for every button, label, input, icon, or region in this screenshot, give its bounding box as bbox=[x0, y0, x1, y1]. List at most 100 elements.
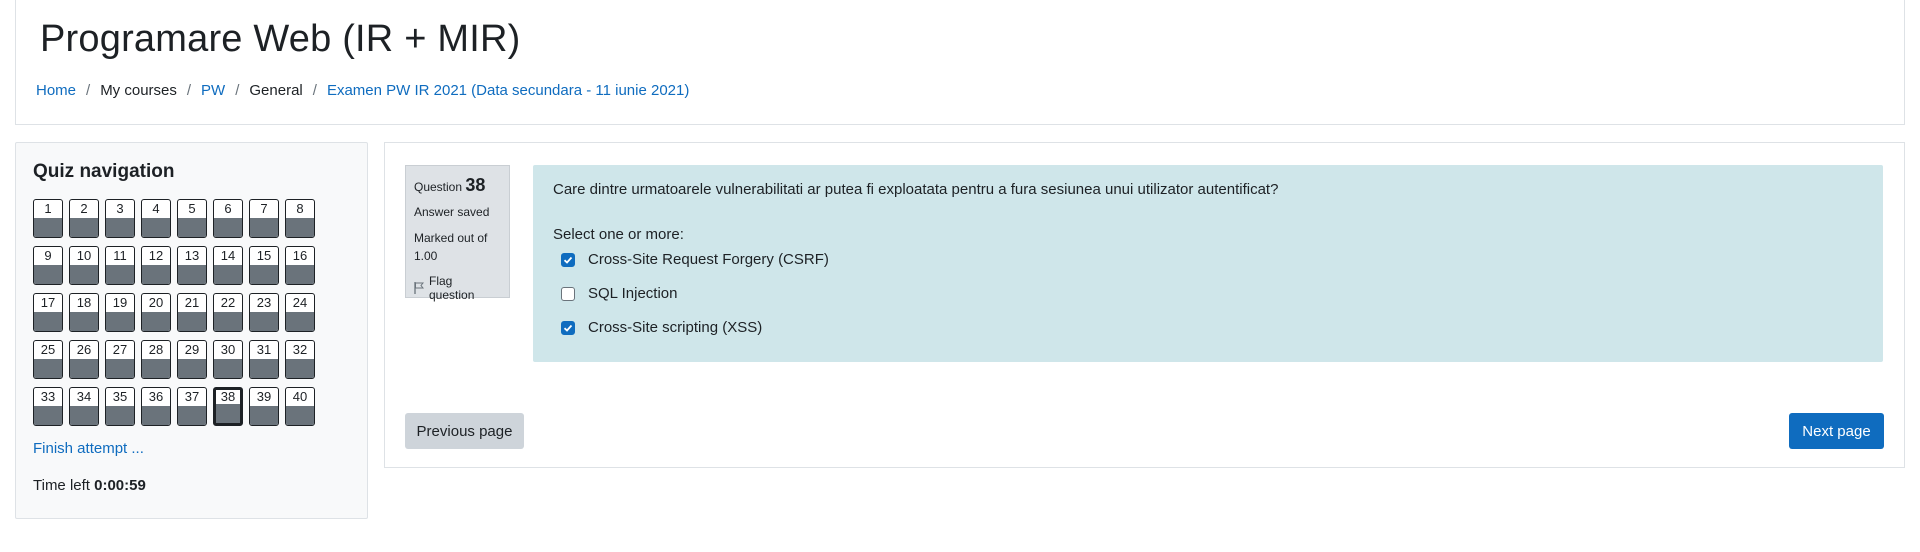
answer-option-sql-injection[interactable]: SQL Injection bbox=[561, 285, 678, 302]
question-nav-button[interactable]: 21 bbox=[177, 293, 207, 332]
time-left: Time left 0:00:59 bbox=[33, 477, 146, 494]
answered-indicator bbox=[34, 406, 62, 425]
question-nav-button[interactable]: 34 bbox=[69, 387, 99, 426]
question-nav-button[interactable]: 3 bbox=[105, 199, 135, 238]
question-nav-button[interactable]: 17 bbox=[33, 293, 63, 332]
question-nav-button[interactable]: 6 bbox=[213, 199, 243, 238]
question-nav-number: 39 bbox=[256, 389, 272, 404]
question-nav-button[interactable]: 16 bbox=[285, 246, 315, 285]
answered-indicator bbox=[250, 218, 278, 237]
question-nav-button[interactable]: 22 bbox=[213, 293, 243, 332]
answer-prompt: Select one or more: bbox=[553, 226, 684, 243]
answer-option-xss[interactable]: Cross-Site scripting (XSS) bbox=[561, 319, 762, 336]
question-nav-number: 9 bbox=[44, 248, 52, 263]
answered-indicator bbox=[286, 265, 314, 284]
question-nav-button[interactable]: 40 bbox=[285, 387, 315, 426]
question-nav-number: 25 bbox=[40, 342, 56, 357]
question-nav-button[interactable]: 28 bbox=[141, 340, 171, 379]
question-nav-button[interactable]: 11 bbox=[105, 246, 135, 285]
answered-indicator bbox=[250, 406, 278, 425]
answered-indicator bbox=[106, 218, 134, 237]
flag-question-button[interactable]: Flag question bbox=[414, 274, 501, 302]
question-nav-button[interactable]: 14 bbox=[213, 246, 243, 285]
question-nav-button[interactable]: 29 bbox=[177, 340, 207, 379]
breadcrumb-course[interactable]: PW bbox=[201, 82, 225, 99]
question-nav-button[interactable]: 9 bbox=[33, 246, 63, 285]
question-nav-button[interactable]: 13 bbox=[177, 246, 207, 285]
finish-attempt-link[interactable]: Finish attempt ... bbox=[33, 440, 144, 457]
previous-page-button[interactable]: Previous page bbox=[405, 413, 524, 449]
checkmark-icon bbox=[563, 256, 573, 264]
question-nav-number: 24 bbox=[292, 295, 308, 310]
answered-indicator bbox=[250, 359, 278, 378]
next-page-button[interactable]: Next page bbox=[1789, 413, 1884, 449]
question-region: Question 38 Answer saved Marked out of 1… bbox=[384, 142, 1905, 468]
question-info: Question 38 Answer saved Marked out of 1… bbox=[405, 165, 510, 302]
question-nav-button[interactable]: 4 bbox=[141, 199, 171, 238]
question-nav-button[interactable]: 7 bbox=[249, 199, 279, 238]
answer-option-csrf[interactable]: Cross-Site Request Forgery (CSRF) bbox=[561, 251, 829, 268]
question-nav-button[interactable]: 19 bbox=[105, 293, 135, 332]
answered-indicator bbox=[142, 265, 170, 284]
question-nav-number: 40 bbox=[292, 389, 308, 404]
answered-indicator bbox=[142, 218, 170, 237]
question-nav-number: 16 bbox=[292, 248, 308, 263]
question-nav-number: 31 bbox=[256, 342, 272, 357]
question-nav-number: 14 bbox=[220, 248, 236, 263]
question-nav-button[interactable]: 26 bbox=[69, 340, 99, 379]
question-label: Question bbox=[414, 180, 463, 194]
question-nav-button[interactable]: 24 bbox=[285, 293, 315, 332]
answered-indicator bbox=[214, 218, 242, 237]
question-nav-number: 33 bbox=[40, 389, 56, 404]
question-nav-button[interactable]: 2 bbox=[69, 199, 99, 238]
question-content: Care dintre urmatoarele vulnerabilitati … bbox=[533, 165, 1883, 362]
question-nav-button[interactable]: 32 bbox=[285, 340, 315, 379]
question-nav-button[interactable]: 5 bbox=[177, 199, 207, 238]
breadcrumb-separator: / bbox=[235, 82, 240, 99]
question-nav-button[interactable]: 15 bbox=[249, 246, 279, 285]
question-nav-number: 18 bbox=[76, 295, 92, 310]
question-nav-button[interactable]: 1 bbox=[33, 199, 63, 238]
question-nav-button[interactable]: 25 bbox=[33, 340, 63, 379]
question-nav-button[interactable]: 23 bbox=[249, 293, 279, 332]
breadcrumb-home[interactable]: Home bbox=[36, 82, 76, 99]
question-nav-number: 20 bbox=[148, 295, 164, 310]
breadcrumb-my-courses: My courses bbox=[100, 82, 177, 99]
question-nav-button[interactable]: 8 bbox=[285, 199, 315, 238]
question-nav-button[interactable]: 36 bbox=[141, 387, 171, 426]
breadcrumb-quiz[interactable]: Examen PW IR 2021 (Data secundara - 11 i… bbox=[327, 82, 689, 99]
answer-checkbox[interactable] bbox=[561, 286, 575, 301]
answered-indicator bbox=[250, 265, 278, 284]
question-nav-button[interactable]: 38 bbox=[213, 387, 243, 426]
answered-indicator bbox=[106, 312, 134, 331]
flag-icon bbox=[414, 282, 424, 294]
question-nav-button[interactable]: 30 bbox=[213, 340, 243, 379]
answered-indicator bbox=[216, 404, 240, 423]
answered-indicator bbox=[178, 359, 206, 378]
question-number: Question 38 bbox=[414, 175, 501, 196]
question-nav-button[interactable]: 37 bbox=[177, 387, 207, 426]
question-nav-number: 27 bbox=[112, 342, 128, 357]
question-nav-button[interactable]: 31 bbox=[249, 340, 279, 379]
question-nav-button[interactable]: 12 bbox=[141, 246, 171, 285]
answer-checkbox[interactable] bbox=[561, 252, 575, 267]
question-nav-button[interactable]: 10 bbox=[69, 246, 99, 285]
answered-indicator bbox=[286, 406, 314, 425]
question-text: Care dintre urmatoarele vulnerabilitati … bbox=[553, 181, 1279, 198]
question-nav-button[interactable]: 35 bbox=[105, 387, 135, 426]
question-nav-button[interactable]: 27 bbox=[105, 340, 135, 379]
answer-label: Cross-Site scripting (XSS) bbox=[588, 319, 763, 336]
question-nav-button[interactable]: 20 bbox=[141, 293, 171, 332]
question-nav-number: 36 bbox=[148, 389, 164, 404]
question-nav-number: 23 bbox=[256, 295, 272, 310]
question-nav-button[interactable]: 18 bbox=[69, 293, 99, 332]
question-nav-button[interactable]: 39 bbox=[249, 387, 279, 426]
question-button-grid: 1 2 3 4 5 6 7 8 9 10 11 12 13 14 15 16 17 18 19 20 21 22 23 24 2… bbox=[33, 199, 315, 426]
question-nav-button[interactable]: 33 bbox=[33, 387, 63, 426]
answered-indicator bbox=[34, 359, 62, 378]
answer-checkbox[interactable] bbox=[561, 320, 575, 335]
answered-indicator bbox=[178, 265, 206, 284]
question-nav-number: 12 bbox=[148, 248, 164, 263]
question-nav-number: 35 bbox=[112, 389, 128, 404]
answered-indicator bbox=[250, 312, 278, 331]
